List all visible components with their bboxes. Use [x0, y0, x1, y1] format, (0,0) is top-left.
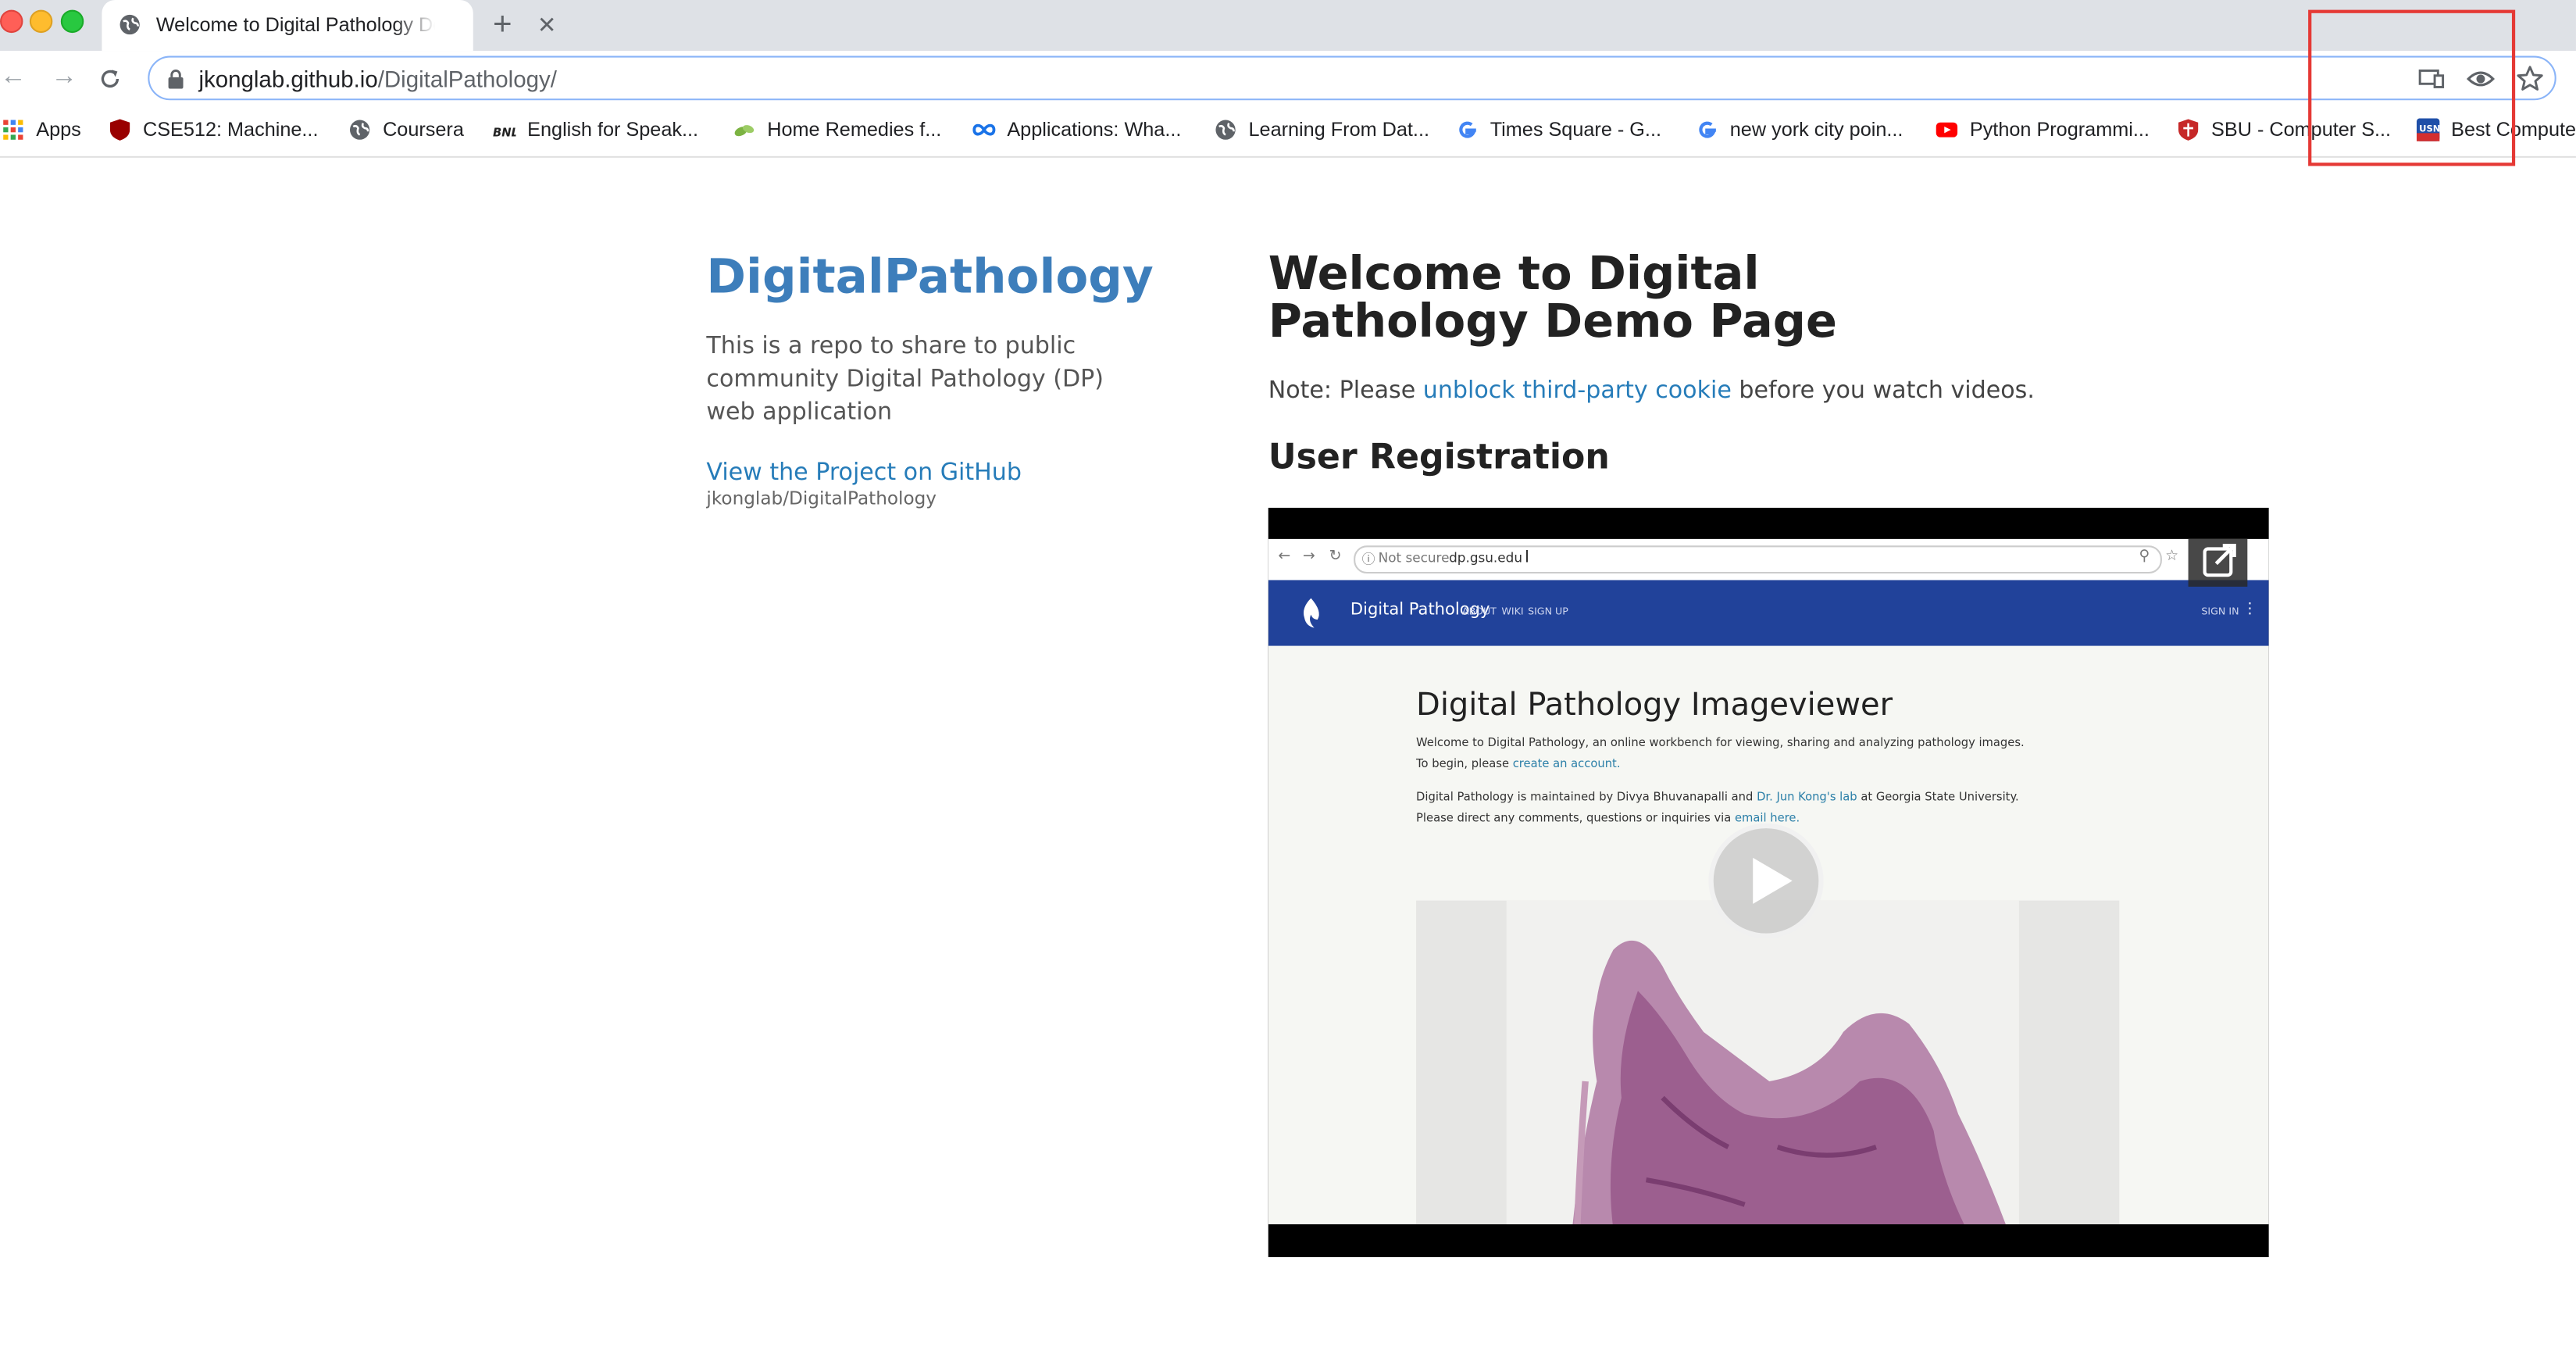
apps-grid-icon [3, 120, 23, 140]
globe-icon [120, 14, 140, 35]
video-kebab-icon: ⋮ [2242, 601, 2257, 618]
video-menu-wiki: WIKI [1501, 606, 1524, 618]
video-heading: Digital Pathology Imageviewer [1416, 687, 1893, 723]
bookmark-home-remedies[interactable]: Home Remedies f... [733, 116, 941, 146]
page-content: DigitalPathology This is a repo to share… [0, 157, 2576, 1354]
video-url: dp.gsu.edu [1449, 550, 1523, 566]
github-repo-name: jkonglab/DigitalPathology [706, 488, 937, 510]
highlight-annotation-box [2308, 9, 2516, 166]
window-close-button[interactable] [0, 9, 23, 34]
reload-icon[interactable] [98, 67, 121, 90]
google-icon [1459, 121, 1476, 138]
video-info-icon: ⓘ [1361, 552, 1375, 567]
bookmark-coursera[interactable]: Coursera [348, 116, 464, 146]
shield-icon [2178, 119, 2199, 141]
bookmarks-bar: Apps CSE512: Machine... Coursera BNLEngl… [0, 106, 2576, 158]
video-back-icon: ← [1278, 548, 1291, 566]
video-star-icon: ☆ [2165, 548, 2179, 566]
video-address-bar: ⓘ Not secure dp.gsu.edu I [1354, 545, 2162, 574]
video-not-secure: Not secure [1378, 550, 1450, 566]
site-title-link[interactable]: DigitalPathology [706, 248, 1153, 305]
video-line-1: Welcome to Digital Pathology, an online … [1416, 736, 2025, 750]
tissue-slide-image [1416, 900, 2120, 1224]
video-menu-about: ABOUT [1461, 606, 1497, 618]
globe-icon [350, 120, 370, 140]
video-line-4: Please direct any comments, questions or… [1416, 812, 1800, 825]
video-forward-icon: → [1302, 548, 1315, 566]
browser-window: Welcome to Digital Pathology Demo Page ✕… [0, 0, 2576, 1354]
bookmark-star-icon[interactable] [2515, 64, 2545, 94]
leaf-icon [734, 124, 755, 136]
infinity-icon [972, 123, 996, 136]
forward-arrow-icon[interactable]: → [51, 63, 77, 92]
video-search-icon: ⚲ [2139, 548, 2150, 566]
flame-logo-icon [1303, 598, 1319, 628]
youtube-icon [1936, 122, 1958, 138]
video-site-header: Digital Pathology ABOUT WIKI SIGN UP SIG… [1268, 580, 2269, 646]
address-bar[interactable]: jkonglab.github.io/DigitalPathology/ [148, 55, 2556, 101]
window-minimize-button[interactable] [29, 9, 53, 34]
back-arrow-icon[interactable]: ← [0, 63, 27, 92]
bookmark-times-square[interactable]: Times Square - G... [1456, 116, 1661, 146]
section-title: User Registration [1268, 437, 1610, 477]
video-menu-signup: SIGN UP [1528, 606, 1568, 618]
tab-active[interactable]: Welcome to Digital Pathology Demo Page ✕ [102, 0, 556, 52]
video-frame: ← → ↻ ⓘ Not secure dp.gsu.edu I ⚲ ☆ Digi… [1268, 538, 2269, 1224]
play-button[interactable] [1708, 823, 1824, 938]
video-browser-chrome: ← → ↻ ⓘ Not secure dp.gsu.edu I ⚲ ☆ [1268, 538, 2269, 582]
tab-close-icon[interactable]: ✕ [537, 12, 557, 38]
browser-toolbar: ← → jkonglab.github.io/DigitalPathology/ [0, 51, 2576, 107]
bookmark-cse512[interactable]: CSE512: Machine... [109, 116, 318, 146]
site-description: This is a repo to share to public commun… [706, 333, 1104, 426]
bnl-icon: BNL [493, 126, 516, 139]
bookmark-english[interactable]: BNLEnglish for Speak... [493, 116, 698, 146]
bookmark-python[interactable]: Python Programmi... [1936, 116, 2150, 146]
video-line-3: Digital Pathology is maintained by Divya… [1416, 790, 2019, 804]
bookmark-applications[interactable]: Applications: Wha... [972, 116, 1181, 146]
globe-icon [1215, 120, 1236, 140]
new-tab-button[interactable]: + [493, 9, 512, 41]
tab-title: Welcome to Digital Pathology Demo Page [155, 13, 436, 37]
bookmark-learning-from-data[interactable]: Learning From Dat... [1214, 116, 1429, 146]
open-external-icon[interactable] [2188, 538, 2248, 587]
shield-icon [109, 119, 130, 141]
bookmark-nyc-points[interactable]: new york city poin... [1696, 116, 1903, 146]
video-reload-icon: ↻ [1329, 548, 1342, 566]
bookmark-apps[interactable]: Apps [2, 116, 81, 146]
github-project-link[interactable]: View the Project on GitHub [706, 460, 1022, 487]
unblock-cookie-link[interactable]: unblock third-party cookie [1423, 378, 1732, 405]
google-icon [1699, 121, 1716, 138]
page-title: Welcome to Digital Pathology Demo Page [1268, 246, 1837, 348]
cookie-note: Note: Please unblock third-party cookie … [1268, 377, 2035, 405]
tab-strip: Welcome to Digital Pathology Demo Page ✕… [0, 0, 2576, 52]
text-cursor-icon: I [1524, 548, 1530, 567]
lock-icon[interactable] [168, 69, 184, 89]
url-text[interactable]: jkonglab.github.io/DigitalPathology/ [198, 66, 556, 92]
video-line-2: To begin, please create an account. [1416, 757, 1621, 771]
svg-text:BNL: BNL [493, 126, 516, 139]
video-signin: SIGN IN [2201, 606, 2239, 618]
window-maximize-button[interactable] [60, 9, 84, 34]
registration-video[interactable]: ← → ↻ ⓘ Not secure dp.gsu.edu I ⚲ ☆ Digi… [1268, 507, 2269, 1258]
